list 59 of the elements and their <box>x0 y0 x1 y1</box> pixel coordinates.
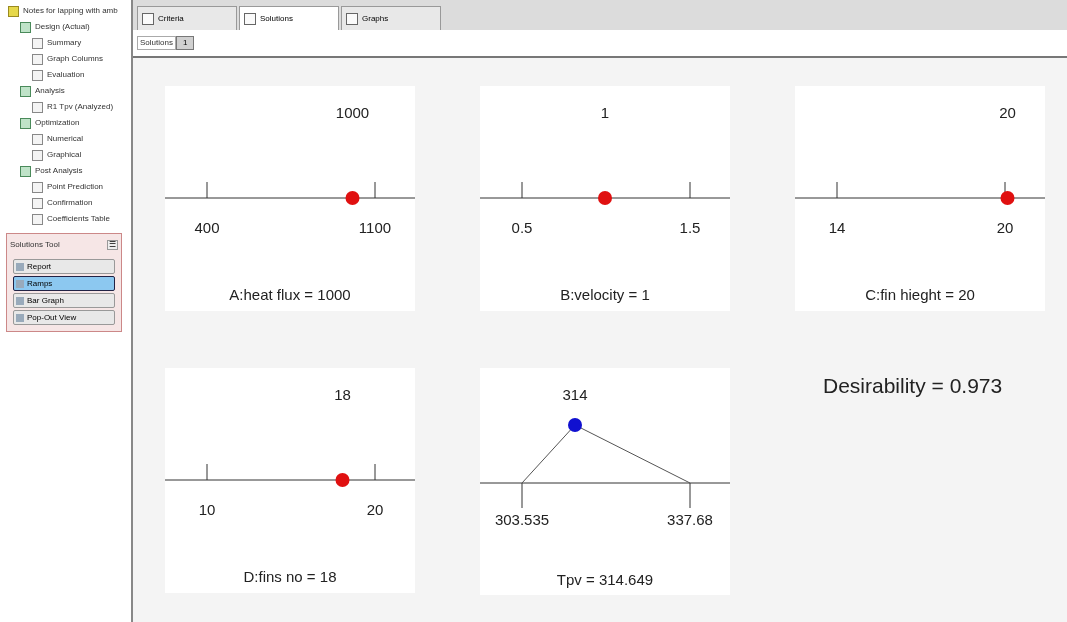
tree-node-icon <box>32 37 43 49</box>
tree-item[interactable]: Point Prediction <box>47 181 104 193</box>
tree-item[interactable]: Graph Columns <box>47 53 104 65</box>
ramp-caption: A:heat flux = 1000 <box>229 286 351 303</box>
tree-node-icon <box>20 21 31 33</box>
panel-title: Solutions Tool <box>10 239 60 251</box>
tree-node-icon <box>32 213 43 225</box>
tool-button[interactable]: Pop-Out View <box>13 310 115 325</box>
desirability-label: Desirability = 0.973 <box>823 374 1003 397</box>
tree-item[interactable]: Post Analysis <box>35 165 83 177</box>
tree-node-icon <box>20 85 31 97</box>
value-label: 314 <box>562 386 588 403</box>
tool-button[interactable]: Ramps <box>13 276 115 291</box>
tree-node-icon <box>32 101 43 113</box>
high-label: 20 <box>996 219 1014 236</box>
tree-item[interactable]: Graphical <box>47 149 82 161</box>
tool-button[interactable]: Bar Graph <box>13 293 115 308</box>
low-label: 400 <box>194 219 220 236</box>
tree-item[interactable]: Design (Actual) <box>35 21 90 33</box>
tree-item[interactable]: Confirmation <box>47 197 93 209</box>
menu-button[interactable]: ☰ <box>107 240 118 250</box>
value-label: 1000 <box>335 104 370 121</box>
ramp-caption: D:fins no = 18 <box>243 568 337 585</box>
tool-button[interactable]: Report <box>13 259 115 274</box>
low-label: 0.5 <box>511 219 533 236</box>
tab[interactable]: Graphs <box>341 6 441 30</box>
tree-item[interactable]: Summary <box>47 37 82 49</box>
subtab-label: Solutions <box>137 36 176 50</box>
high-label: 337.68 <box>667 511 713 528</box>
ramp-caption: Tpv = 314.649 <box>556 571 654 588</box>
high-label: 1100 <box>358 219 392 236</box>
tree-node-icon <box>20 165 31 177</box>
tree-item[interactable]: Evaluation <box>47 69 85 81</box>
tree-node-icon <box>20 117 31 129</box>
value-label: 1 <box>600 104 610 121</box>
ramp-caption: C:fin hieght = 20 <box>865 286 975 303</box>
tree-item[interactable]: Optimization <box>35 117 80 129</box>
tab[interactable]: Solutions <box>239 6 339 30</box>
tree-node-icon <box>32 69 43 81</box>
tree-node-icon <box>32 149 43 161</box>
tree-node-icon <box>8 5 19 17</box>
high-label: 1.5 <box>679 219 701 236</box>
tree-item[interactable]: Coefficients Table <box>47 213 110 225</box>
tab[interactable]: Criteria <box>137 6 237 30</box>
value-label: 18 <box>334 386 351 403</box>
high-label: 20 <box>366 501 384 518</box>
tree-item[interactable]: Notes for lapping with amb <box>23 5 118 17</box>
low-label: 303.535 <box>494 511 550 528</box>
tree-item[interactable]: Analysis <box>35 85 65 97</box>
tree-node-icon <box>32 197 43 209</box>
low-label: 10 <box>198 501 216 518</box>
tree-node-icon <box>32 181 43 193</box>
tree-node-icon <box>32 133 43 145</box>
tree-item[interactable]: Numerical <box>47 133 83 145</box>
value-label: 20 <box>999 104 1016 121</box>
ramp-caption: B:velocity = 1 <box>560 286 650 303</box>
tree-item[interactable]: R1 Tpv (Analyzed) <box>47 101 114 113</box>
low-label: 14 <box>828 219 846 236</box>
tree-node-icon <box>32 53 43 65</box>
